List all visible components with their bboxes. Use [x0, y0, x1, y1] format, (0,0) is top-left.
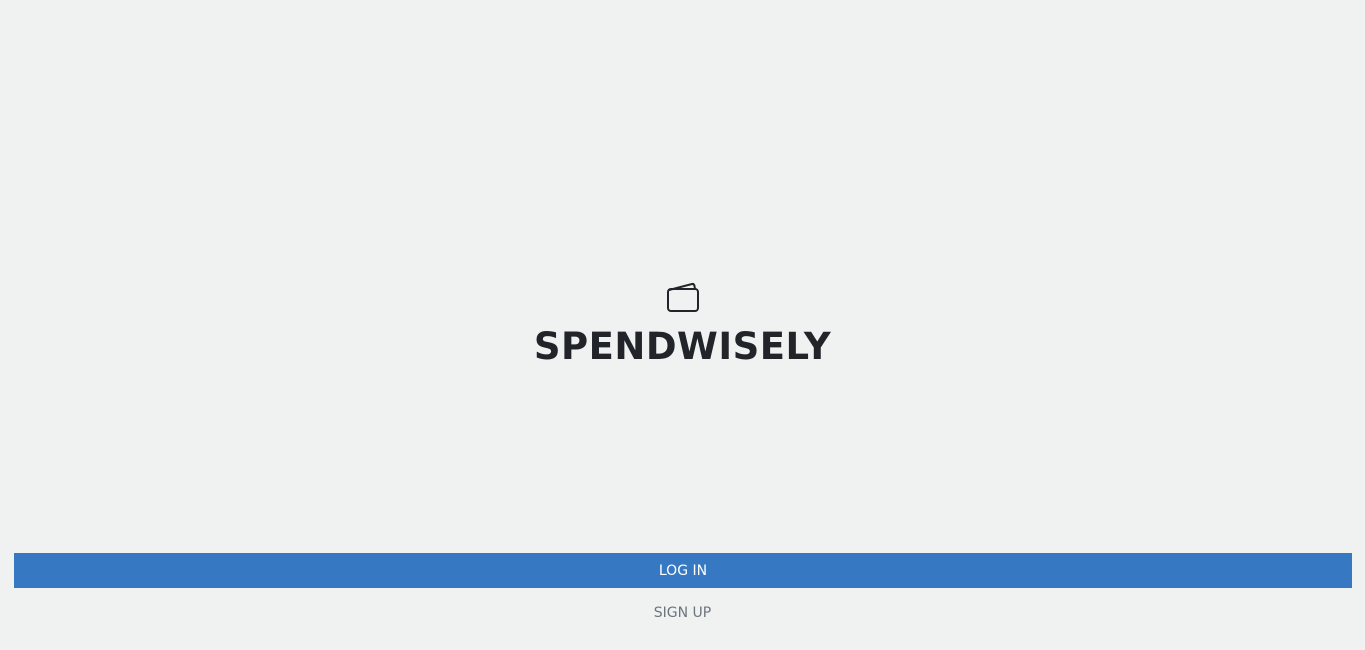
brand-header: SPENDWISELY: [0, 281, 1365, 369]
login-button[interactable]: LOG IN: [14, 553, 1352, 588]
wallet-icon: [666, 281, 700, 313]
signup-link[interactable]: SIGN UP: [0, 605, 1365, 621]
app-title: SPENDWISELY: [533, 325, 832, 368]
